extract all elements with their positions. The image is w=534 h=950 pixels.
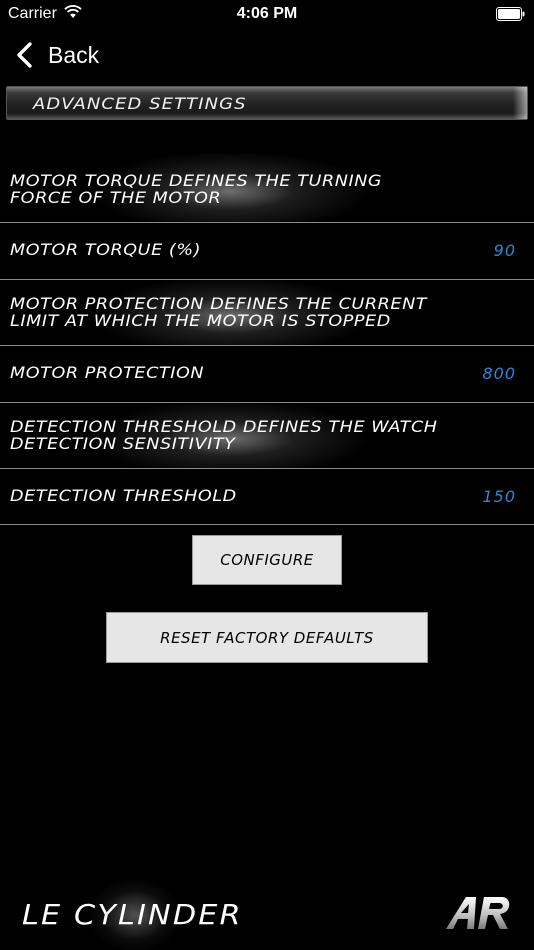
row-label: MOTOR PROTECTION: [10, 363, 205, 382]
description-row-motor-protection: MOTOR PROTECTION DEFINES THE CURRENT LIM…: [0, 280, 534, 346]
back-button[interactable]: Back: [14, 38, 99, 72]
row-description: DETECTION THRESHOLD DEFINES THE WATCH DE…: [10, 417, 438, 453]
clock: 4:06 PM: [236, 5, 298, 22]
screen: Carrier 4:06 PM Back ADVANCED SETTINGS M…: [0, 0, 534, 950]
row-value: 90: [493, 241, 516, 260]
row-value: 800: [482, 364, 516, 383]
reset-factory-defaults-button[interactable]: RESET FACTORY DEFAULTS: [106, 612, 428, 663]
row-value: 150: [482, 487, 516, 506]
description-row-detection-threshold: DETECTION THRESHOLD DEFINES THE WATCH DE…: [0, 403, 534, 469]
row-description: MOTOR PROTECTION DEFINES THE CURRENT LIM…: [10, 294, 428, 330]
row-label: MOTOR TORQUE (%): [10, 240, 202, 259]
setting-row-detection-threshold[interactable]: DETECTION THRESHOLD 150: [0, 469, 534, 525]
section-title: ADVANCED SETTINGS: [33, 94, 247, 113]
setting-row-motor-protection[interactable]: MOTOR PROTECTION 800: [0, 346, 534, 403]
row-label: DETECTION THRESHOLD: [10, 486, 237, 505]
section-header: ADVANCED SETTINGS: [6, 86, 528, 120]
back-label: Back: [48, 41, 100, 68]
description-row-motor-torque: MOTOR TORQUE DEFINES THE TURNING FORCE O…: [0, 154, 534, 223]
nav-bar: Back: [0, 28, 534, 84]
ar-logo-icon: [446, 897, 510, 929]
brand-logo-text: LE CYLINDER: [22, 898, 243, 931]
configure-button[interactable]: CONFIGURE: [192, 535, 342, 585]
setting-row-motor-torque[interactable]: MOTOR TORQUE (%) 90: [0, 223, 534, 280]
row-description: MOTOR TORQUE DEFINES THE TURNING FORCE O…: [10, 171, 383, 207]
status-bar: Carrier 4:06 PM: [0, 0, 534, 28]
chevron-left-icon: [17, 42, 32, 68]
battery-icon: [496, 7, 525, 21]
